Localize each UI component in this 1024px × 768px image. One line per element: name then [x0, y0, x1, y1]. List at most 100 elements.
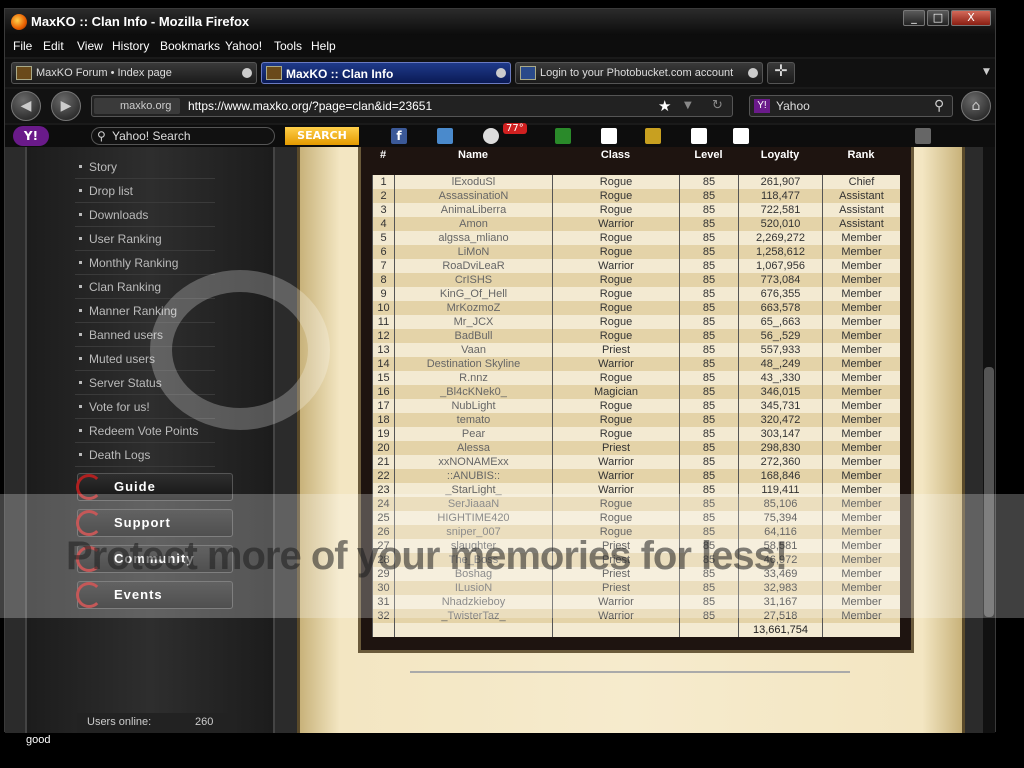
amazon-icon[interactable] — [733, 128, 749, 144]
yahoo-search-box[interactable]: Y! Yahoo ⚲ — [749, 95, 953, 117]
back-button[interactable]: ◀ — [11, 91, 41, 121]
cell-name[interactable]: _Bl4cKNek0_ — [394, 385, 552, 399]
cell-rank: Member — [822, 427, 900, 441]
cell-loyalty: 773,084 — [738, 273, 822, 287]
col-header-class: Class — [600, 149, 631, 161]
home-button[interactable]: ⌂ — [961, 91, 991, 121]
cell-name[interactable]: RoaDviLeaR — [394, 259, 552, 273]
title-bar: MaxKO :: Clan Info - Mozilla Firefox _ □… — [5, 9, 995, 35]
cell-name[interactable]: KinG_Of_Hell — [394, 287, 552, 301]
site-identity-badge[interactable]: maxko.org — [94, 98, 180, 114]
firefox-icon — [11, 14, 27, 30]
sidebar-link-redeem-vote-points[interactable]: Redeem Vote Points — [75, 421, 215, 443]
sidebar-link-story[interactable]: Story — [75, 157, 215, 179]
url-text[interactable]: https://www.maxko.org/?page=clan&id=2365… — [188, 99, 432, 113]
cell-number: 5 — [372, 231, 394, 245]
cell-name[interactable]: Pear — [394, 427, 552, 441]
tab-maxko-forum[interactable]: MaxKO Forum • Index page — [11, 62, 257, 84]
cell-name[interactable]: temato — [394, 413, 552, 427]
cell-loyalty: 1,067,956 — [738, 259, 822, 273]
ornament-divider — [410, 657, 850, 673]
close-button[interactable]: X — [951, 10, 991, 26]
cell-name[interactable]: lExoduSl — [394, 175, 552, 189]
yahoo-logo-icon[interactable]: Y! — [13, 126, 49, 146]
cell-level: 85 — [679, 413, 738, 427]
yahoo-toolbar: Y! ⚲ Yahoo! Search SEARCH f 77° — [5, 123, 995, 147]
cell-rank: Member — [822, 413, 900, 427]
sidebar-link-user-ranking[interactable]: User Ranking — [75, 229, 215, 251]
url-bar[interactable]: maxko.org https://www.maxko.org/?page=cl… — [91, 95, 733, 117]
weather-badge: 77° — [503, 123, 527, 134]
new-tab-button[interactable]: ✛ — [767, 62, 795, 84]
cell-level: 85 — [679, 259, 738, 273]
cell-name[interactable]: LiMoN — [394, 245, 552, 259]
cell-class: Rogue — [552, 175, 679, 189]
cell-name[interactable]: Vaan — [394, 343, 552, 357]
sidebar-link-monthly-ranking[interactable]: Monthly Ranking — [75, 253, 215, 275]
yahoo-search-button[interactable]: SEARCH — [285, 127, 359, 145]
cell-level: 85 — [679, 343, 738, 357]
cell-name[interactable]: ::ANUBIS:: — [394, 469, 552, 483]
cell-name[interactable]: R.nnz — [394, 371, 552, 385]
menu-help[interactable]: Help — [311, 39, 336, 53]
sidebar-link-drop-list[interactable]: Drop list — [75, 181, 215, 203]
maxko-favicon — [266, 66, 282, 80]
weather-icon[interactable] — [483, 128, 499, 144]
cell-level: 85 — [679, 441, 738, 455]
cell-name[interactable]: MrKozmoZ — [394, 301, 552, 315]
search-icon[interactable]: ⚲ — [934, 97, 944, 114]
facebook-icon[interactable]: f — [391, 128, 407, 144]
cell-loyalty: 261,907 — [738, 175, 822, 189]
yahoo-search-input[interactable]: ⚲ Yahoo! Search — [91, 127, 275, 145]
page-scrollbar[interactable] — [983, 147, 995, 733]
cell-level: 85 — [679, 273, 738, 287]
mail-icon[interactable] — [437, 128, 453, 144]
menu-yahoo[interactable]: Yahoo! — [225, 39, 262, 53]
bookmark-star-icon[interactable]: ★ — [658, 97, 671, 115]
menu-view[interactable]: View — [77, 39, 103, 53]
tab-photobucket[interactable]: Login to your Photobucket.com account — [515, 62, 763, 84]
maximize-button[interactable]: □ — [927, 10, 949, 26]
forward-button[interactable]: ▶ — [51, 91, 81, 121]
cell-name[interactable]: CrISHS — [394, 273, 552, 287]
cell-number: 19 — [372, 427, 394, 441]
cell-loyalty: 118,477 — [738, 189, 822, 203]
flickr-icon[interactable] — [601, 128, 617, 144]
menu-edit[interactable]: Edit — [43, 39, 64, 53]
window-title: MaxKO :: Clan Info - Mozilla Firefox — [31, 14, 250, 29]
menu-file[interactable]: File — [13, 39, 32, 53]
cell-level: 85 — [679, 315, 738, 329]
cell-loyalty: 320,472 — [738, 413, 822, 427]
menu-history[interactable]: History — [112, 39, 149, 53]
cell-name[interactable]: AnimaLiberra — [394, 203, 552, 217]
cell-name[interactable]: NubLight — [394, 399, 552, 413]
reload-icon[interactable]: ↻ — [712, 98, 723, 113]
cell-name[interactable]: BadBull — [394, 329, 552, 343]
notepad-icon[interactable] — [645, 128, 661, 144]
tab-menu-icon[interactable] — [242, 68, 252, 78]
cell-number: 8 — [372, 273, 394, 287]
ebay-icon[interactable] — [691, 128, 707, 144]
tab-list-icon[interactable]: ▼ — [983, 67, 990, 77]
cell-name[interactable]: Destination Skyline — [394, 357, 552, 371]
cell-name[interactable]: Mr_JCX — [394, 315, 552, 329]
tab-menu-icon[interactable] — [748, 68, 758, 78]
minimize-button[interactable]: _ — [903, 10, 925, 26]
sidebar-link-downloads[interactable]: Downloads — [75, 205, 215, 227]
cell-name[interactable]: Alessa — [394, 441, 552, 455]
table-row: 12 BadBull Rogue 85 56_,529 Member — [372, 329, 900, 343]
sidebar-link-death-logs[interactable]: Death Logs — [75, 445, 215, 467]
cell-rank: Assistant — [822, 203, 900, 217]
cell-name[interactable]: AssassinatioN — [394, 189, 552, 203]
widget-icon[interactable] — [555, 128, 571, 144]
cell-level: 85 — [679, 455, 738, 469]
dropdown-icon[interactable]: ▼ — [684, 100, 692, 111]
toolbar-options-icon[interactable] — [915, 128, 931, 144]
menu-bookmarks[interactable]: Bookmarks — [160, 39, 220, 53]
tab-menu-icon[interactable] — [496, 68, 506, 78]
tab-clan-info[interactable]: MaxKO :: Clan Info — [261, 62, 511, 84]
cell-name[interactable]: Amon — [394, 217, 552, 231]
menu-tools[interactable]: Tools — [274, 39, 302, 53]
cell-name[interactable]: xxNONAMExx — [394, 455, 552, 469]
cell-name[interactable]: algssa_mliano — [394, 231, 552, 245]
